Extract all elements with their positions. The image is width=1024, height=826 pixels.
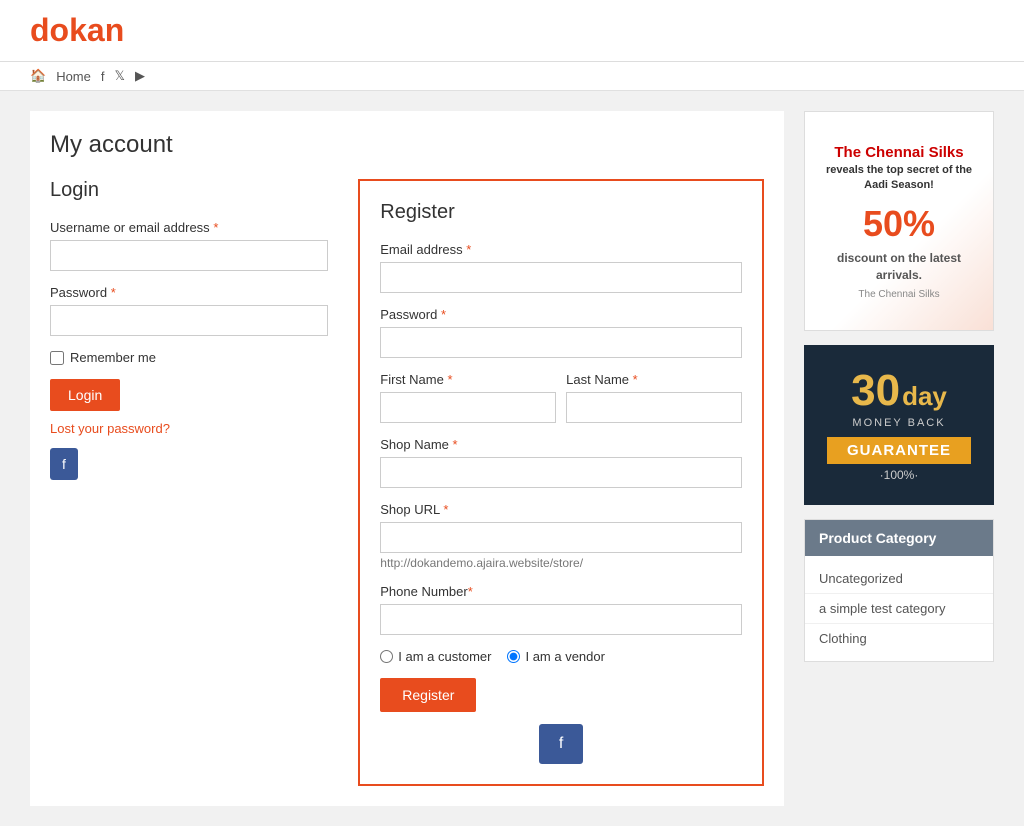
- ad-bottom-brand: The Chennai Silks: [858, 289, 939, 300]
- email-label: Email address *: [380, 242, 742, 257]
- name-fields-row: First Name * Last Name *: [380, 372, 742, 437]
- sidebar: The Chennai Silks reveals the top secret…: [804, 111, 994, 806]
- ad-discount-value: 50%: [815, 199, 983, 249]
- last-name-label: Last Name *: [566, 372, 742, 387]
- login-password-group: Password *: [50, 285, 328, 336]
- twitter-nav-icon[interactable]: 𝕏: [115, 68, 125, 84]
- category-item-clothing[interactable]: Clothing: [805, 624, 993, 653]
- lost-password-link[interactable]: Lost your password?: [50, 421, 328, 436]
- username-group: Username or email address *: [50, 220, 328, 271]
- register-title: Register: [380, 201, 742, 224]
- shop-url-group: Shop URL * http://dokandemo.ajaira.websi…: [380, 502, 742, 570]
- category-item-test[interactable]: a simple test category: [805, 594, 993, 624]
- home-icon: 🏠: [30, 68, 46, 84]
- guarantee-days: 30: [851, 369, 900, 413]
- guarantee-pct: ·100%·: [880, 468, 919, 482]
- facebook-login-button[interactable]: f: [50, 448, 78, 480]
- nav-bar: 🏠 Home f 𝕏 ▶: [0, 62, 1024, 91]
- register-password-group: Password *: [380, 307, 742, 358]
- main-area: My account Login Username or email addre…: [30, 111, 784, 806]
- logo-d: d: [30, 12, 50, 48]
- product-category-box: Product Category Uncategorized a simple …: [804, 519, 994, 662]
- page-content: My account Login Username or email addre…: [0, 91, 1024, 826]
- username-label: Username or email address *: [50, 220, 328, 235]
- ad-discount-desc: discount on the latest arrivals.: [815, 250, 983, 284]
- last-name-input[interactable]: [566, 392, 742, 423]
- username-input[interactable]: [50, 240, 328, 271]
- register-section: Register Email address * Password *: [358, 179, 764, 786]
- facebook-register-button[interactable]: f: [539, 724, 583, 764]
- product-category-header: Product Category: [805, 520, 993, 556]
- register-password-label: Password *: [380, 307, 742, 322]
- home-link[interactable]: Home: [56, 69, 91, 84]
- shop-name-label: Shop Name *: [380, 437, 742, 452]
- site-logo[interactable]: dokan: [30, 12, 994, 49]
- phone-input[interactable]: [380, 604, 742, 635]
- ad-banner[interactable]: The Chennai Silks reveals the top secret…: [804, 111, 994, 331]
- first-name-label: First Name *: [380, 372, 556, 387]
- login-section: Login Username or email address * Passwo…: [50, 179, 328, 786]
- remember-me-checkbox[interactable]: [50, 351, 64, 365]
- ad-brand-name: The Chennai Silks: [815, 142, 983, 163]
- category-item-uncategorized[interactable]: Uncategorized: [805, 564, 993, 594]
- login-button[interactable]: Login: [50, 379, 120, 411]
- ad-subtitle1: reveals the top secret of the: [815, 163, 983, 178]
- shop-name-input[interactable]: [380, 457, 742, 488]
- guarantee-day-word: day: [902, 383, 947, 409]
- login-password-label: Password *: [50, 285, 328, 300]
- login-title: Login: [50, 179, 328, 202]
- first-name-input[interactable]: [380, 392, 556, 423]
- product-category-list: Uncategorized a simple test category Clo…: [805, 556, 993, 661]
- shop-url-hint: http://dokandemo.ajaira.website/store/: [380, 556, 742, 570]
- last-name-group: Last Name *: [566, 372, 742, 423]
- register-password-input[interactable]: [380, 327, 742, 358]
- youtube-nav-icon[interactable]: ▶: [135, 68, 145, 84]
- guarantee-badge: 30 day MONEY BACK GUARANTEE ·100%·: [804, 345, 994, 505]
- remember-me-label: Remember me: [70, 350, 156, 365]
- phone-label: Phone Number*: [380, 584, 742, 599]
- vendor-radio-label[interactable]: I am a vendor: [507, 649, 605, 664]
- customer-radio-label[interactable]: I am a customer: [380, 649, 491, 664]
- customer-radio[interactable]: [380, 650, 393, 663]
- shop-name-group: Shop Name *: [380, 437, 742, 488]
- phone-group: Phone Number*: [380, 584, 742, 635]
- login-password-input[interactable]: [50, 305, 328, 336]
- accounts-wrapper: Login Username or email address * Passwo…: [50, 179, 764, 786]
- shop-url-label: Shop URL *: [380, 502, 742, 517]
- email-input[interactable]: [380, 262, 742, 293]
- email-group: Email address *: [380, 242, 742, 293]
- shop-url-input[interactable]: [380, 522, 742, 553]
- vendor-radio[interactable]: [507, 650, 520, 663]
- facebook-nav-icon[interactable]: f: [101, 69, 105, 84]
- page-title: My account: [50, 131, 764, 159]
- remember-me-row: Remember me: [50, 350, 328, 365]
- guarantee-label: GUARANTEE: [827, 437, 971, 464]
- site-header: dokan: [0, 0, 1024, 62]
- register-button[interactable]: Register: [380, 678, 476, 712]
- first-name-group: First Name *: [380, 372, 556, 423]
- role-radio-row: I am a customer I am a vendor: [380, 649, 742, 664]
- ad-subtitle2: Aadi Season!: [815, 178, 983, 193]
- logo-rest: okan: [50, 12, 125, 48]
- guarantee-money-back: MONEY BACK: [852, 417, 945, 429]
